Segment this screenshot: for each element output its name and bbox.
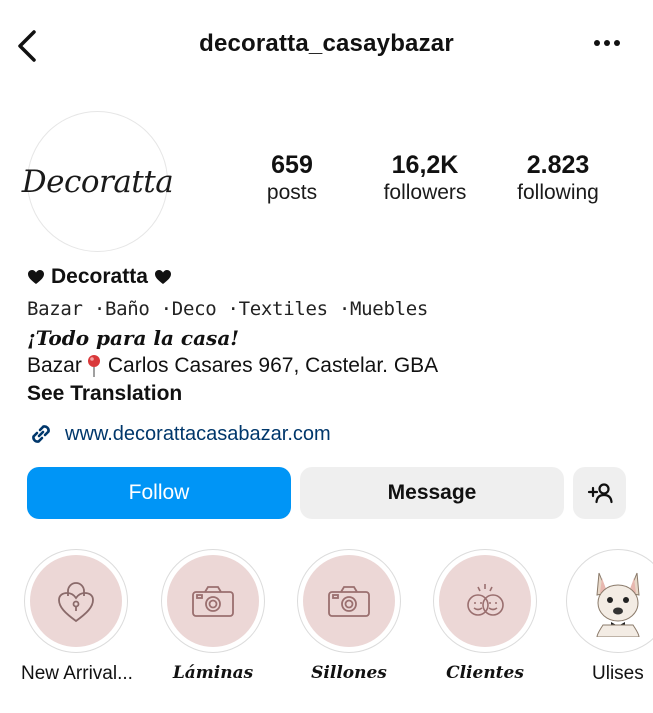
highlight-cover bbox=[303, 555, 395, 647]
bio-name-text: Decoratta bbox=[51, 265, 148, 288]
highlight-ring bbox=[297, 549, 401, 653]
add-person-icon bbox=[587, 483, 613, 504]
highlight-label: Sillones bbox=[311, 663, 387, 683]
highlight-ring bbox=[161, 549, 265, 653]
smiley-faces-icon bbox=[467, 584, 504, 616]
highlight-label: Clientes bbox=[446, 663, 524, 683]
follow-button[interactable]: Follow bbox=[27, 467, 291, 519]
highlight-ring bbox=[566, 549, 653, 653]
highlight-label: Láminas bbox=[172, 663, 254, 683]
bio-categories: Bazar ·Baño ·Deco ·Textiles ·Muebles bbox=[27, 298, 429, 320]
highlight-laminas[interactable]: Láminas bbox=[158, 549, 268, 683]
stat-label: followers bbox=[383, 181, 467, 204]
stat-following[interactable]: 2.823 following bbox=[505, 150, 611, 206]
highlight-ring bbox=[433, 549, 537, 653]
bio-name: Decoratta bbox=[27, 265, 172, 289]
avatar-logo-text: Decoratta bbox=[21, 163, 174, 200]
website-link[interactable]: www.decorattacasabazar.com bbox=[27, 420, 331, 448]
highlight-label: New Arrival... bbox=[21, 663, 133, 684]
bio-address-text: Carlos Casares 967, Castelar. GBA bbox=[107, 354, 439, 377]
stat-label: posts bbox=[266, 181, 318, 204]
highlight-new-arrivals[interactable]: New Arrival... bbox=[21, 549, 133, 685]
see-translation-link[interactable]: See Translation bbox=[27, 382, 182, 406]
highlight-ring bbox=[24, 549, 128, 653]
highlight-cover bbox=[572, 555, 653, 647]
stat-posts[interactable]: 659 posts bbox=[252, 150, 332, 206]
highlight-sillones[interactable]: Sillones bbox=[294, 549, 404, 683]
stat-value: 659 bbox=[271, 151, 313, 179]
highlight-cover bbox=[30, 555, 122, 647]
message-button[interactable]: Message bbox=[300, 467, 564, 519]
bio-tagline: ¡Todo para la casa! bbox=[27, 326, 240, 350]
stat-followers[interactable]: 16,2K followers bbox=[370, 150, 480, 206]
dog-photo-icon bbox=[596, 572, 640, 637]
website-link-text: www.decorattacasabazar.com bbox=[65, 422, 331, 445]
camera-icon bbox=[192, 586, 234, 617]
heart-icon bbox=[28, 270, 44, 284]
pushpin-icon bbox=[87, 355, 100, 377]
avatar[interactable]: Decoratta bbox=[22, 111, 174, 252]
stat-value: 2.823 bbox=[526, 151, 590, 179]
username-title: decoratta_casaybazar bbox=[199, 30, 454, 57]
highlight-cover bbox=[439, 555, 531, 647]
profile-header: decoratta_casaybazar bbox=[0, 0, 653, 92]
bio-address-prefix: Bazar bbox=[27, 354, 82, 377]
bio-address: Bazar Carlos Casares 967, Castelar. GBA bbox=[27, 354, 438, 378]
highlight-cover bbox=[167, 555, 259, 647]
heart-icon bbox=[154, 270, 171, 284]
camera-icon bbox=[328, 586, 370, 617]
heart-lock-icon bbox=[58, 582, 94, 623]
more-horizontal-icon[interactable] bbox=[593, 38, 621, 48]
add-person-button[interactable] bbox=[573, 467, 626, 519]
stat-value: 16,2K bbox=[391, 151, 459, 179]
stat-label: following bbox=[517, 181, 599, 204]
link-icon bbox=[32, 425, 50, 443]
highlight-ulises[interactable]: Ulises bbox=[566, 549, 653, 685]
highlight-label: Ulises bbox=[592, 663, 644, 684]
highlight-clientes[interactable]: Clientes bbox=[430, 549, 540, 683]
